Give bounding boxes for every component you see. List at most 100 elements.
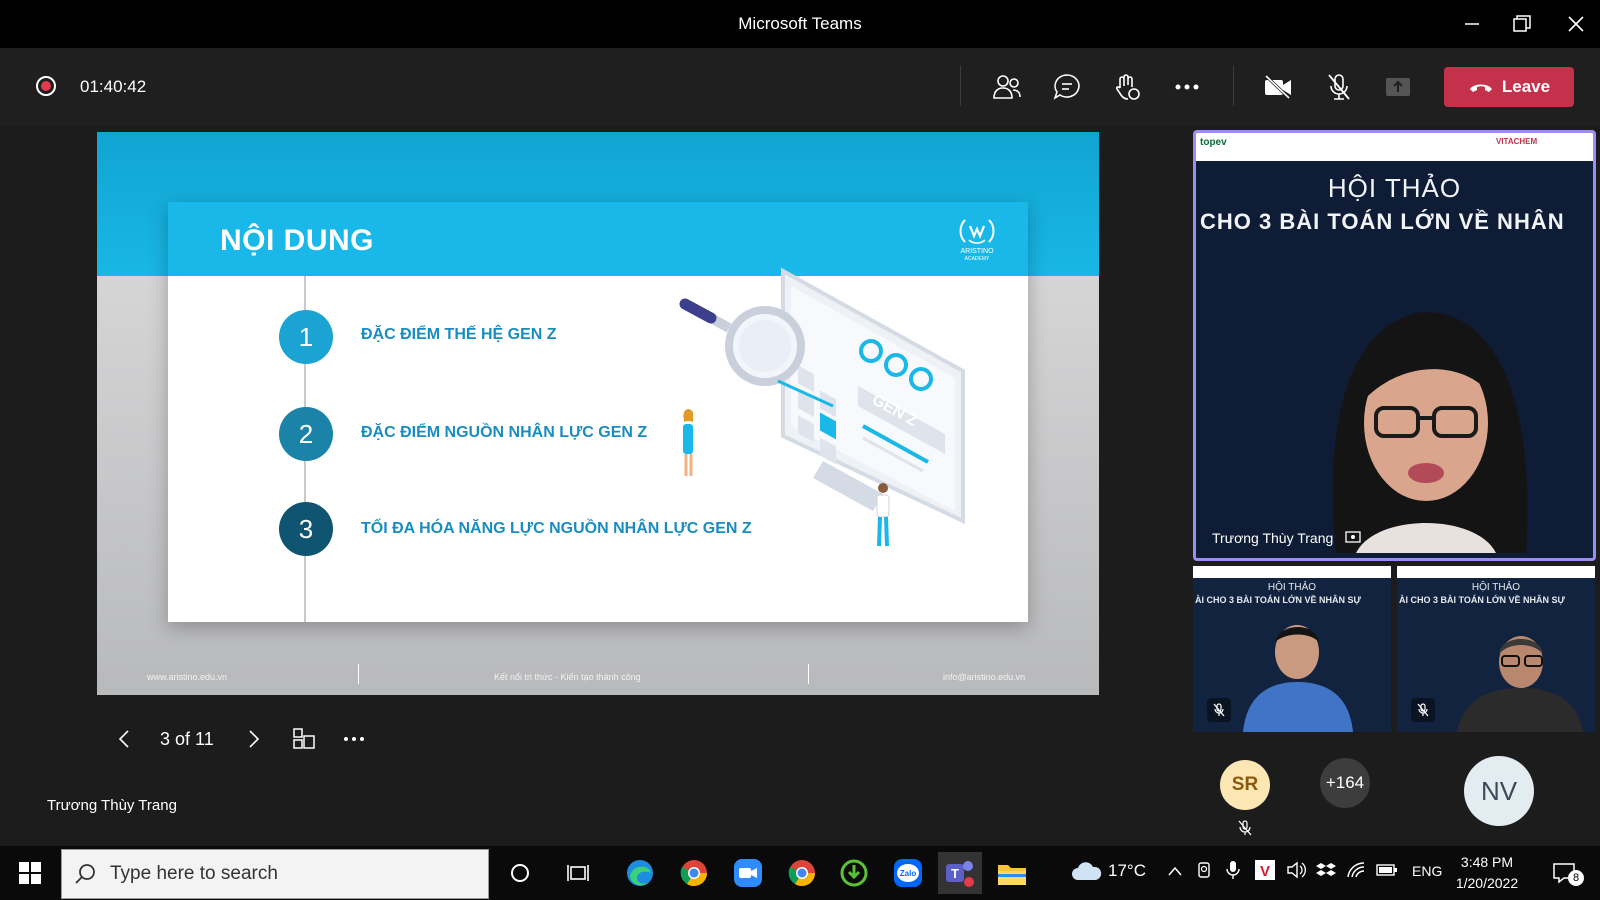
tile-banner-title: HỘI THẢO xyxy=(1267,582,1317,593)
taskbar-chrome[interactable] xyxy=(672,852,716,894)
video-banner-title: HỘI THẢO xyxy=(1327,173,1462,203)
vietkey-icon[interactable]: V xyxy=(1254,859,1276,881)
volume-icon[interactable] xyxy=(1286,861,1306,879)
agenda-item-2: ĐẶC ĐIỂM NGUỒN NHÂN LỰC GEN Z xyxy=(361,424,648,441)
speaker-name-tag: Trương Thùy Trang xyxy=(1212,530,1361,546)
raise-hand-icon xyxy=(1115,74,1140,100)
slide-more-button[interactable] xyxy=(338,724,370,754)
dropbox-icon[interactable] xyxy=(1316,861,1336,879)
more-icon xyxy=(1175,84,1199,90)
more-actions-button[interactable] xyxy=(1165,66,1209,108)
taskbar-chrome-profile[interactable] xyxy=(780,852,824,894)
close-button[interactable] xyxy=(1552,0,1600,48)
close-icon xyxy=(1568,16,1584,32)
recording-icon xyxy=(36,76,56,96)
search-placeholder: Type here to search xyxy=(110,863,278,884)
video-banner xyxy=(1193,566,1391,578)
tile-banner-subtitle: ÀI CHO 3 BÀI TOÁN LỚN VỀ NHÂN SỰ xyxy=(1195,595,1361,605)
weather-temp[interactable]: 17°C xyxy=(1108,861,1146,881)
item-number-3: 3 xyxy=(279,502,333,556)
minimize-button[interactable] xyxy=(1448,0,1496,48)
camera-off-icon xyxy=(1264,75,1291,99)
active-speaker-tile[interactable]: topev VITACHEM HỘI THẢO CHO 3 BÀI TOÁN L… xyxy=(1193,130,1596,561)
toolbar-divider-2 xyxy=(1233,66,1234,106)
taskbar-clock[interactable]: 3:48 PM 1/20/2022 xyxy=(1437,852,1537,894)
mic-off-icon xyxy=(1417,703,1429,717)
mic-off-icon xyxy=(1213,703,1225,717)
window-title: Microsoft Teams xyxy=(738,14,862,33)
video-banner xyxy=(1397,566,1595,578)
gen-z-illustration: GEN Z xyxy=(679,267,965,547)
leave-button[interactable]: Leave xyxy=(1444,67,1574,107)
clock-time: 3:48 PM xyxy=(1460,854,1514,870)
zalo-icon: Zalo xyxy=(894,859,922,887)
video-banner-subtitle: CHO 3 BÀI TOÁN LỚN VỀ NHÂN xyxy=(1200,209,1565,234)
reactions-button[interactable] xyxy=(1105,66,1149,108)
taskbar-zoom[interactable] xyxy=(726,852,770,894)
avatar-nv[interactable]: NV xyxy=(1464,756,1534,826)
more-participants-count[interactable]: +164 xyxy=(1320,758,1370,808)
slides-grid-icon xyxy=(293,728,315,749)
participant-video-tile-1[interactable]: HỘI THẢO ÀI CHO 3 BÀI TOÁN LỚN VỀ NHÂN S… xyxy=(1193,566,1391,732)
speaker-name: Trương Thùy Trang xyxy=(1212,530,1334,546)
aristino-logo: ARISTINO ACADEMY xyxy=(952,216,1002,262)
chat-button[interactable] xyxy=(1045,66,1089,108)
taskbar-app-green[interactable] xyxy=(832,852,876,894)
restore-button[interactable] xyxy=(1498,0,1546,48)
tile-banner-title: HỘI THẢO xyxy=(1471,582,1521,593)
camera-tray-icon[interactable] xyxy=(1196,861,1212,881)
folder-icon xyxy=(998,865,1026,885)
presentation-slide: NỘI DUNG ARISTINO ACADEMY 1 ĐẶC ĐIỂM THẾ… xyxy=(97,132,1099,695)
footer-email: info@aristino.edu.vn xyxy=(943,672,1026,682)
taskbar-zalo[interactable]: Zalo xyxy=(886,852,930,894)
slide-grid-button[interactable] xyxy=(288,724,320,754)
taskbar-search-box[interactable]: Type here to search xyxy=(61,849,489,899)
wifi-icon[interactable] xyxy=(1346,861,1366,879)
meeting-timer: 01:40:42 xyxy=(80,77,147,96)
camera-toggle-button[interactable] xyxy=(1256,66,1300,108)
task-view-button[interactable] xyxy=(556,852,600,894)
battery-icon[interactable] xyxy=(1376,862,1398,878)
share-content-button[interactable] xyxy=(1376,66,1420,108)
restore-icon xyxy=(1513,15,1531,32)
footer-divider-2 xyxy=(808,664,809,684)
agenda-item-1: ĐẶC ĐIỂM THẾ HỆ GEN Z xyxy=(361,326,557,343)
footer-website: www.aristino.edu.vn xyxy=(147,672,228,682)
mic-toggle-button[interactable] xyxy=(1317,66,1361,108)
microphone-tray-icon[interactable] xyxy=(1226,860,1240,880)
previous-slide-button[interactable] xyxy=(110,724,138,754)
chevron-right-icon xyxy=(249,730,260,748)
hang-up-icon xyxy=(1469,84,1492,92)
download-manager-icon xyxy=(840,859,868,887)
taskbar-file-explorer[interactable] xyxy=(990,852,1034,894)
windows-logo-icon xyxy=(19,862,41,884)
slide-title: NỘI DUNG xyxy=(220,224,374,257)
svg-text:Zalo: Zalo xyxy=(900,869,917,878)
cortana-button[interactable] xyxy=(498,852,542,894)
taskbar-edge[interactable] xyxy=(618,852,662,894)
cortana-icon xyxy=(511,864,529,882)
start-button[interactable] xyxy=(8,852,52,894)
mic-off-icon xyxy=(1238,820,1252,836)
laurel-logo-icon xyxy=(959,219,995,244)
taskbar-teams[interactable]: T xyxy=(938,852,982,894)
screen-share-icon xyxy=(1345,531,1361,543)
speaker-video xyxy=(1332,312,1528,553)
footer-slogan: Kết nối tri thức - Kiến tạo thành công xyxy=(494,672,641,682)
participants-button[interactable] xyxy=(985,66,1029,108)
video-banner: topev VITACHEM xyxy=(1196,133,1593,161)
avatar-sr[interactable]: SR xyxy=(1220,760,1270,810)
notifications-button[interactable]: 8 xyxy=(1544,852,1584,894)
chrome-icon xyxy=(680,860,708,887)
slide-content-card: NỘI DUNG ARISTINO ACADEMY 1 ĐẶC ĐIỂM THẾ… xyxy=(168,202,1028,622)
participant-video-tile-2[interactable]: HỘI THẢO ÀI CHO 3 BÀI TOÁN LỚN VỀ NHÂN S… xyxy=(1397,566,1595,732)
chevron-up-icon[interactable] xyxy=(1168,866,1182,876)
task-view-icon xyxy=(567,865,589,881)
footer-divider-1 xyxy=(358,664,359,684)
weather-cloud-icon xyxy=(1072,862,1102,880)
item-number-1: 1 xyxy=(279,310,333,364)
next-slide-button[interactable] xyxy=(240,724,268,754)
minimize-icon xyxy=(1465,23,1479,25)
chrome-icon xyxy=(788,860,816,887)
svg-text:T: T xyxy=(951,866,959,881)
